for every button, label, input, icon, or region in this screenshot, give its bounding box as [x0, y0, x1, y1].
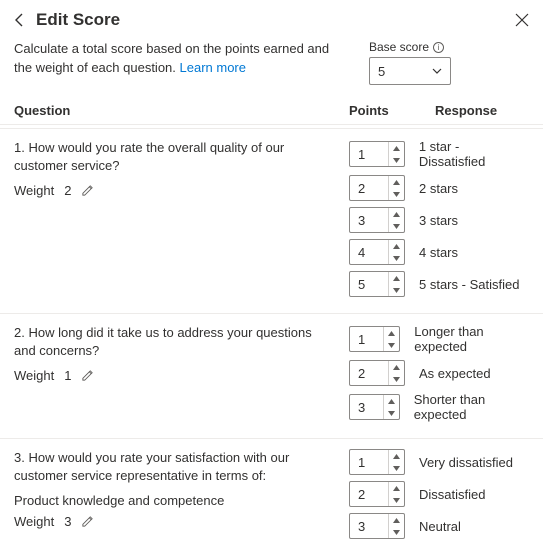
stepper-down-icon[interactable]	[389, 188, 404, 200]
question-text: 2. How long did it take us to address yo…	[14, 324, 333, 360]
column-header-points: Points	[349, 103, 435, 118]
weight-value: 3	[64, 514, 71, 529]
pencil-icon[interactable]	[81, 369, 94, 382]
stepper-up-icon[interactable]	[389, 361, 404, 373]
response-row: 1 Longer than expected	[349, 324, 529, 354]
question-block: 1. How would you rate the overall qualit…	[0, 129, 543, 314]
stepper-up-icon[interactable]	[384, 327, 399, 339]
points-value: 2	[350, 487, 388, 502]
stepper-down-icon[interactable]	[384, 407, 399, 419]
stepper-down-icon[interactable]	[389, 373, 404, 385]
stepper-up-icon[interactable]	[384, 395, 399, 407]
weight-value: 2	[64, 183, 71, 198]
stepper-down-icon[interactable]	[389, 220, 404, 232]
points-value: 3	[350, 400, 383, 415]
points-stepper[interactable]: 2	[349, 360, 405, 386]
points-value: 5	[350, 277, 388, 292]
response-row: 1 Very dissatisfied	[349, 449, 529, 475]
base-score-value: 5	[378, 64, 385, 79]
stepper-up-icon[interactable]	[389, 208, 404, 220]
info-icon[interactable]: i	[433, 42, 444, 53]
stepper-down-icon[interactable]	[389, 494, 404, 506]
points-stepper[interactable]: 2	[349, 481, 405, 507]
stepper-up-icon[interactable]	[389, 450, 404, 462]
back-icon[interactable]	[12, 12, 28, 28]
points-value: 2	[350, 181, 388, 196]
pencil-icon[interactable]	[81, 515, 94, 528]
learn-more-link[interactable]: Learn more	[180, 60, 246, 75]
stepper-down-icon[interactable]	[384, 339, 399, 351]
response-label: Very dissatisfied	[419, 455, 513, 470]
weight-value: 1	[64, 368, 71, 383]
points-stepper[interactable]: 3	[349, 394, 400, 420]
close-icon[interactable]	[515, 13, 529, 27]
stepper-down-icon[interactable]	[389, 462, 404, 474]
stepper-up-icon[interactable]	[389, 240, 404, 252]
points-value: 1	[350, 147, 388, 162]
stepper-up-icon[interactable]	[389, 482, 404, 494]
response-row: 5 5 stars - Satisfied	[349, 271, 529, 297]
response-label: Longer than expected	[414, 324, 529, 354]
response-label: 2 stars	[419, 181, 458, 196]
chevron-down-icon	[432, 66, 442, 76]
response-label: 5 stars - Satisfied	[419, 277, 519, 292]
response-row: 3 Shorter than expected	[349, 392, 529, 422]
points-stepper[interactable]: 1	[349, 141, 405, 167]
points-stepper[interactable]: 1	[349, 449, 405, 475]
response-row: 3 Neutral	[349, 513, 529, 539]
points-stepper[interactable]: 2	[349, 175, 405, 201]
points-value: 3	[350, 213, 388, 228]
stepper-down-icon[interactable]	[389, 154, 404, 166]
page-title: Edit Score	[36, 10, 515, 30]
response-row: 3 3 stars	[349, 207, 529, 233]
weight-label: Weight	[14, 368, 54, 383]
response-row: 1 1 star - Dissatisfied	[349, 139, 529, 169]
stepper-up-icon[interactable]	[389, 272, 404, 284]
stepper-down-icon[interactable]	[389, 284, 404, 296]
response-label: 4 stars	[419, 245, 458, 260]
base-score-select[interactable]: 5	[369, 57, 451, 85]
points-value: 3	[350, 519, 388, 534]
response-label: 3 stars	[419, 213, 458, 228]
response-label: As expected	[419, 366, 491, 381]
points-stepper[interactable]: 3	[349, 513, 405, 539]
points-value: 1	[350, 455, 388, 470]
points-stepper[interactable]: 1	[349, 326, 400, 352]
stepper-down-icon[interactable]	[389, 252, 404, 264]
points-stepper[interactable]: 4	[349, 239, 405, 265]
stepper-up-icon[interactable]	[389, 514, 404, 526]
points-stepper[interactable]: 5	[349, 271, 405, 297]
response-row: 2 Dissatisfied	[349, 481, 529, 507]
points-value: 2	[350, 366, 388, 381]
column-header-response: Response	[435, 103, 529, 118]
description-body: Calculate a total score based on the poi…	[14, 41, 329, 75]
weight-label: Weight	[14, 514, 54, 529]
response-label: Dissatisfied	[419, 487, 485, 502]
points-value: 4	[350, 245, 388, 260]
weight-label: Weight	[14, 183, 54, 198]
response-label: Shorter than expected	[414, 392, 529, 422]
response-label: Neutral	[419, 519, 461, 534]
points-stepper[interactable]: 3	[349, 207, 405, 233]
response-row: 2 2 stars	[349, 175, 529, 201]
question-block: 3. How would you rate your satisfaction …	[0, 439, 543, 541]
question-text: 1. How would you rate the overall qualit…	[14, 139, 333, 175]
pencil-icon[interactable]	[81, 184, 94, 197]
questions-scroll[interactable]: 1. How would you rate the overall qualit…	[0, 128, 543, 541]
sub-question-label: Product knowledge and competence	[14, 493, 333, 508]
question-text: 3. How would you rate your satisfaction …	[14, 449, 333, 485]
column-header-question: Question	[14, 103, 349, 118]
base-score-label: Base score	[369, 40, 429, 54]
stepper-up-icon[interactable]	[389, 176, 404, 188]
response-row: 4 4 stars	[349, 239, 529, 265]
stepper-up-icon[interactable]	[389, 142, 404, 154]
stepper-down-icon[interactable]	[389, 526, 404, 538]
response-label: 1 star - Dissatisfied	[419, 139, 529, 169]
response-row: 2 As expected	[349, 360, 529, 386]
question-block: 2. How long did it take us to address yo…	[0, 314, 543, 439]
points-value: 1	[350, 332, 383, 347]
description-text: Calculate a total score based on the poi…	[14, 40, 339, 85]
